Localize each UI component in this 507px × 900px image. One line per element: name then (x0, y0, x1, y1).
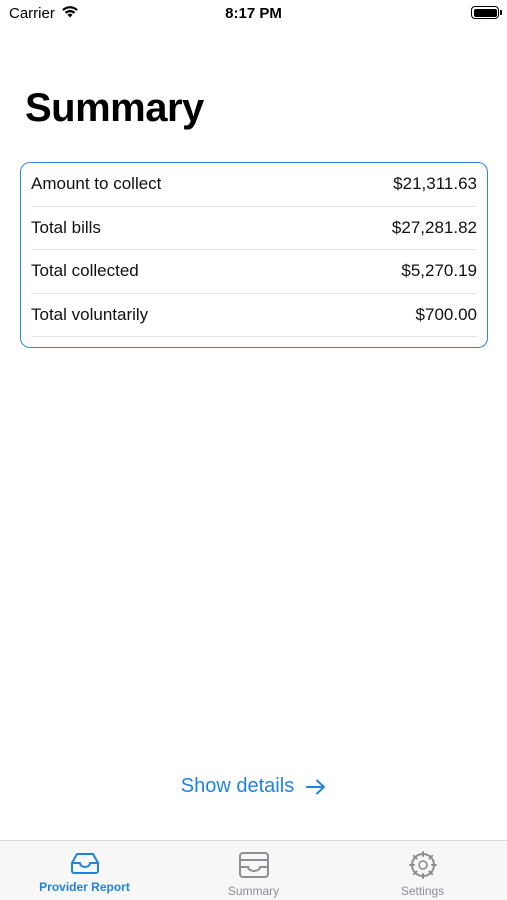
status-right (471, 6, 502, 19)
summary-row-total-voluntarily: Total voluntarily $700.00 (31, 294, 477, 337)
row-label: Total collected (31, 261, 139, 281)
summary-row-total-collected: Total collected $5,270.19 (31, 250, 477, 294)
screen: Carrier 8:17 PM Summary Amount to collec… (0, 0, 507, 900)
tray-icon (69, 851, 101, 875)
summary-row-total-bills: Total bills $27,281.82 (31, 207, 477, 250)
tab-summary[interactable]: Summary (169, 841, 338, 900)
row-label: Amount to collect (31, 174, 162, 194)
row-value: $700.00 (415, 304, 477, 324)
tab-label: Summary (227, 884, 280, 898)
tab-settings[interactable]: Settings (338, 841, 507, 900)
summary-card: Amount to collect $21,311.63 Total bills… (20, 162, 488, 348)
tab-label: Settings (400, 884, 445, 898)
gear-icon (408, 851, 438, 879)
show-details-label: Show details (180, 775, 295, 797)
page-title: Summary (25, 86, 204, 130)
archive-box-icon (238, 851, 270, 879)
status-time: 8:17 PM (225, 5, 282, 22)
row-value: $5,270.19 (401, 261, 477, 281)
arrow-right-icon (306, 779, 326, 795)
tab-bar: Provider Report Summary Settings (0, 840, 507, 900)
row-value: $21,311.63 (393, 174, 477, 194)
battery-icon (471, 6, 502, 19)
row-label: Total voluntarily (31, 304, 149, 324)
tab-label: Provider Report (39, 880, 130, 894)
row-label: Total bills (31, 217, 101, 237)
tab-provider-report[interactable]: Provider Report (0, 841, 169, 900)
status-bar: Carrier 8:17 PM (0, 0, 507, 28)
summary-row-amount-to-collect: Amount to collect $21,311.63 (31, 163, 477, 207)
show-details-button[interactable]: Show details (0, 775, 507, 798)
row-value: $27,281.82 (391, 217, 477, 237)
